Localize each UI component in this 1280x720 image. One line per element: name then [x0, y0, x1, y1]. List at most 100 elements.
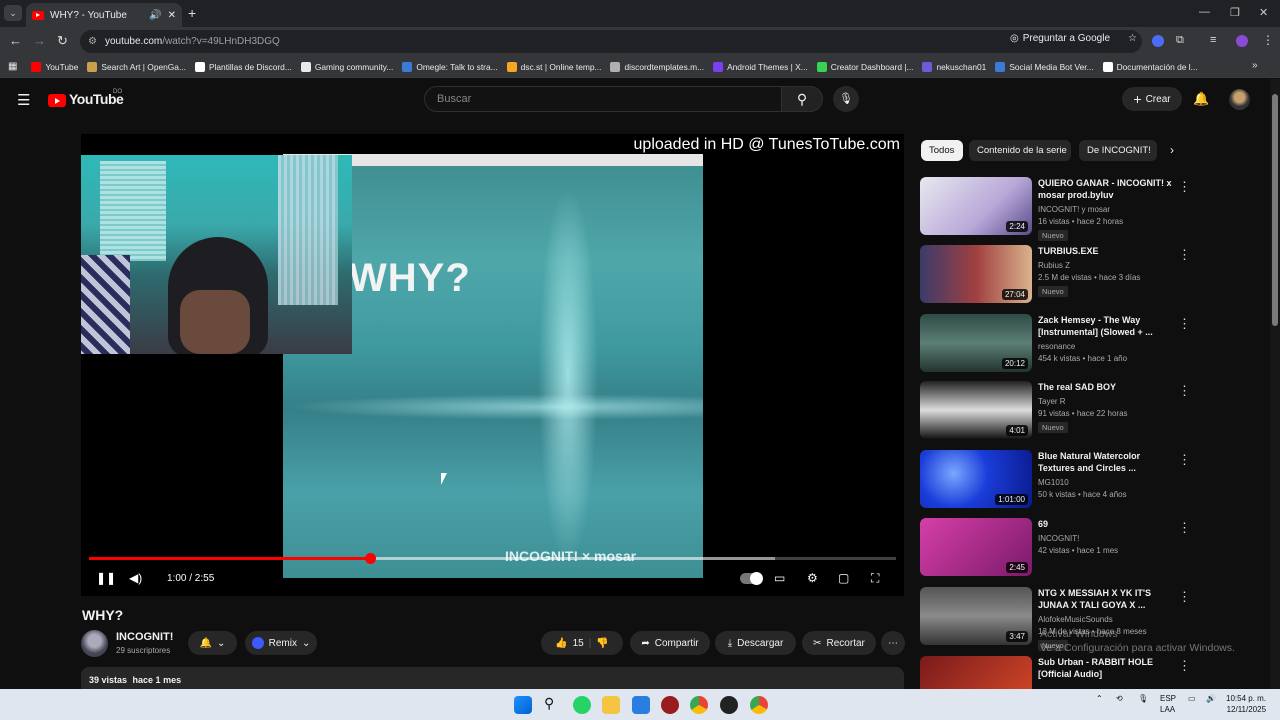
- search-input[interactable]: Buscar: [424, 86, 782, 112]
- more-options-icon[interactable]: ⋮: [1178, 658, 1191, 674]
- bookmark-item[interactable]: Plantillas de Discord...: [194, 61, 292, 72]
- profile-avatar[interactable]: [1236, 35, 1248, 47]
- channel-name[interactable]: INCOGNIT!: [116, 631, 173, 643]
- subtitles-icon[interactable]: ▭: [774, 571, 785, 585]
- more-options-icon[interactable]: ⋮: [1178, 589, 1191, 605]
- more-options-icon[interactable]: ⋮: [1178, 179, 1191, 195]
- filter-chip[interactable]: De INCOGNIT!: [1079, 140, 1157, 161]
- fullscreen-icon[interactable]: ⛶: [871, 571, 879, 586]
- bookmark-item[interactable]: Documentación de l...: [1102, 61, 1198, 72]
- bookmark-item[interactable]: discordtemplates.m...: [610, 61, 704, 72]
- video-thumbnail[interactable]: 3:47: [920, 587, 1032, 645]
- search-button[interactable]: ⚲: [781, 86, 823, 112]
- video-thumbnail[interactable]: 2:24: [920, 177, 1032, 235]
- recommended-video[interactable]: 4:01 The real SAD BOY Tayer R 91 vistas • h…: [920, 381, 1192, 445]
- recommended-title[interactable]: Blue Natural Watercolor Textures and Cir…: [1038, 450, 1172, 474]
- back-icon[interactable]: ←: [9, 33, 22, 48]
- like-icon[interactable]: 👍: [555, 638, 567, 649]
- bookmark-item[interactable]: nekuschan01: [922, 61, 986, 72]
- extension-icon[interactable]: [1152, 35, 1164, 47]
- recommended-channel[interactable]: MG1010: [1038, 478, 1069, 487]
- create-button[interactable]: + Crear: [1122, 87, 1182, 111]
- share-button[interactable]: ➦ Compartir: [630, 631, 710, 655]
- recommended-title[interactable]: QUIERO GANAR - INCOGNIT! x mosar prod.by…: [1038, 177, 1172, 201]
- progress-scrubber[interactable]: [364, 553, 376, 564]
- reload-icon[interactable]: ↻: [57, 33, 68, 49]
- chrome-menu-icon[interactable]: ⋮: [1262, 33, 1274, 47]
- language-indicator[interactable]: ESP LAA: [1160, 693, 1176, 715]
- tab-search-icon[interactable]: ⌄: [4, 5, 22, 21]
- more-options-icon[interactable]: ⋮: [1178, 383, 1191, 399]
- bookmark-item[interactable]: dsc.st | Online temp...: [506, 61, 601, 72]
- recommended-video[interactable]: 20:12 Zack Hemsey - The Way [Instrumental…: [920, 314, 1192, 378]
- recommended-title[interactable]: Sub Urban - RABBIT HOLE [Official Audio]: [1038, 656, 1172, 680]
- recommended-video[interactable]: 1:01:00 Blue Natural Watercolor Textures …: [920, 450, 1192, 514]
- minimize-button[interactable]: —: [1199, 6, 1210, 18]
- bookmarks-overflow-icon[interactable]: »: [1252, 60, 1258, 71]
- close-window-button[interactable]: ✕: [1259, 6, 1268, 19]
- like-dislike-group[interactable]: 👍 15 | 👎: [541, 631, 623, 655]
- autoplay-toggle[interactable]: [740, 572, 763, 585]
- reading-list-icon[interactable]: ≡: [1210, 34, 1216, 46]
- recommended-channel[interactable]: INCOGNIT! y mosar: [1038, 205, 1110, 214]
- more-options-icon[interactable]: ⋮: [1178, 247, 1191, 263]
- more-actions-button[interactable]: ⋯: [881, 631, 905, 655]
- bookmark-item[interactable]: YouTube: [31, 61, 78, 72]
- forward-icon[interactable]: →: [33, 33, 46, 48]
- youtube-logo-icon[interactable]: [48, 94, 66, 107]
- chrome-active-icon[interactable]: [750, 696, 768, 714]
- video-player[interactable]: WHY? INCOGNIT! × mosar uploaded in HD @ …: [81, 134, 904, 596]
- mic-tray-icon[interactable]: 🎙: [1138, 694, 1148, 703]
- recommended-video[interactable]: 2:24 QUIERO GANAR - INCOGNIT! x mosar pro…: [920, 177, 1192, 241]
- store-icon[interactable]: [632, 696, 650, 714]
- theater-mode-icon[interactable]: ▢: [838, 571, 849, 585]
- bookmark-item[interactable]: Gaming community...: [300, 61, 393, 72]
- video-thumbnail[interactable]: 27:04: [920, 245, 1032, 303]
- video-thumbnail[interactable]: 20:12: [920, 314, 1032, 372]
- tab-close-icon[interactable]: ✕: [168, 10, 176, 21]
- remix-button[interactable]: Remix ⌄: [245, 631, 317, 655]
- hamburger-menu-icon[interactable]: ☰: [17, 91, 30, 109]
- chrome-icon[interactable]: [690, 696, 708, 714]
- video-thumbnail[interactable]: 2:45: [920, 518, 1032, 576]
- app-icon[interactable]: [661, 696, 679, 714]
- chips-next-icon[interactable]: ›: [1170, 143, 1174, 157]
- more-options-icon[interactable]: ⋮: [1178, 452, 1191, 468]
- download-button[interactable]: ⤓ Descargar: [715, 631, 796, 655]
- windows-start-icon[interactable]: [514, 696, 532, 714]
- taskbar-search-icon[interactable]: ⚲: [544, 695, 554, 712]
- taskbar-clock[interactable]: 10:54 p. m. 12/11/2025: [1226, 693, 1266, 715]
- page-scrollbar-thumb[interactable]: [1272, 94, 1278, 326]
- recommended-video[interactable]: 27:04 TURBIUS.EXE Rubius Z 2.5 M de vistas …: [920, 245, 1192, 309]
- network-icon[interactable]: ⟲: [1116, 694, 1123, 703]
- ask-google-button[interactable]: ◎ Preguntar a Google ☆: [1010, 33, 1137, 44]
- pause-icon[interactable]: ❚❚: [96, 571, 116, 585]
- whatsapp-icon[interactable]: [573, 696, 591, 714]
- recommended-title[interactable]: The real SAD BOY: [1038, 381, 1172, 393]
- file-explorer-icon[interactable]: [602, 696, 620, 714]
- obs-icon[interactable]: [720, 696, 738, 714]
- channel-avatar[interactable]: [81, 630, 108, 657]
- bookmark-item[interactable]: Search Art | OpenGa...: [87, 61, 186, 72]
- recommended-channel[interactable]: INCOGNIT!: [1038, 534, 1079, 543]
- display-icon[interactable]: ▭: [1188, 694, 1196, 703]
- recommended-title[interactable]: TURBIUS.EXE: [1038, 245, 1172, 257]
- tray-overflow-icon[interactable]: ⌃: [1096, 694, 1103, 703]
- recommended-channel[interactable]: Tayer R: [1038, 397, 1066, 406]
- account-avatar[interactable]: [1229, 89, 1250, 110]
- more-options-icon[interactable]: ⋮: [1178, 316, 1191, 332]
- progress-bar[interactable]: [89, 553, 896, 564]
- address-bar[interactable]: ⚙ youtube.com/watch?v=49LHnDH3DGQ: [80, 30, 1142, 53]
- recommended-title[interactable]: 69: [1038, 518, 1172, 530]
- notifications-bell-icon[interactable]: 🔔: [1193, 91, 1209, 107]
- clip-button[interactable]: ✂ Recortar: [802, 631, 876, 655]
- bookmark-star-icon[interactable]: ☆: [1128, 33, 1137, 44]
- browser-tab-active[interactable]: WHY? - YouTube 🔊 ✕: [26, 3, 182, 27]
- filter-chip[interactable]: Contenido de la serie: [969, 140, 1071, 161]
- voice-search-icon[interactable]: 🎙: [833, 86, 859, 112]
- speaker-icon[interactable]: 🔊: [1206, 694, 1216, 703]
- video-thumbnail[interactable]: 1:01:00: [920, 450, 1032, 508]
- recommended-video[interactable]: 2:45 69 INCOGNIT! 42 vistas • hace 1 mes ⋮: [920, 518, 1192, 582]
- extensions-puzzle-icon[interactable]: ⧉: [1176, 34, 1184, 47]
- settings-gear-icon[interactable]: ⚙: [807, 571, 818, 585]
